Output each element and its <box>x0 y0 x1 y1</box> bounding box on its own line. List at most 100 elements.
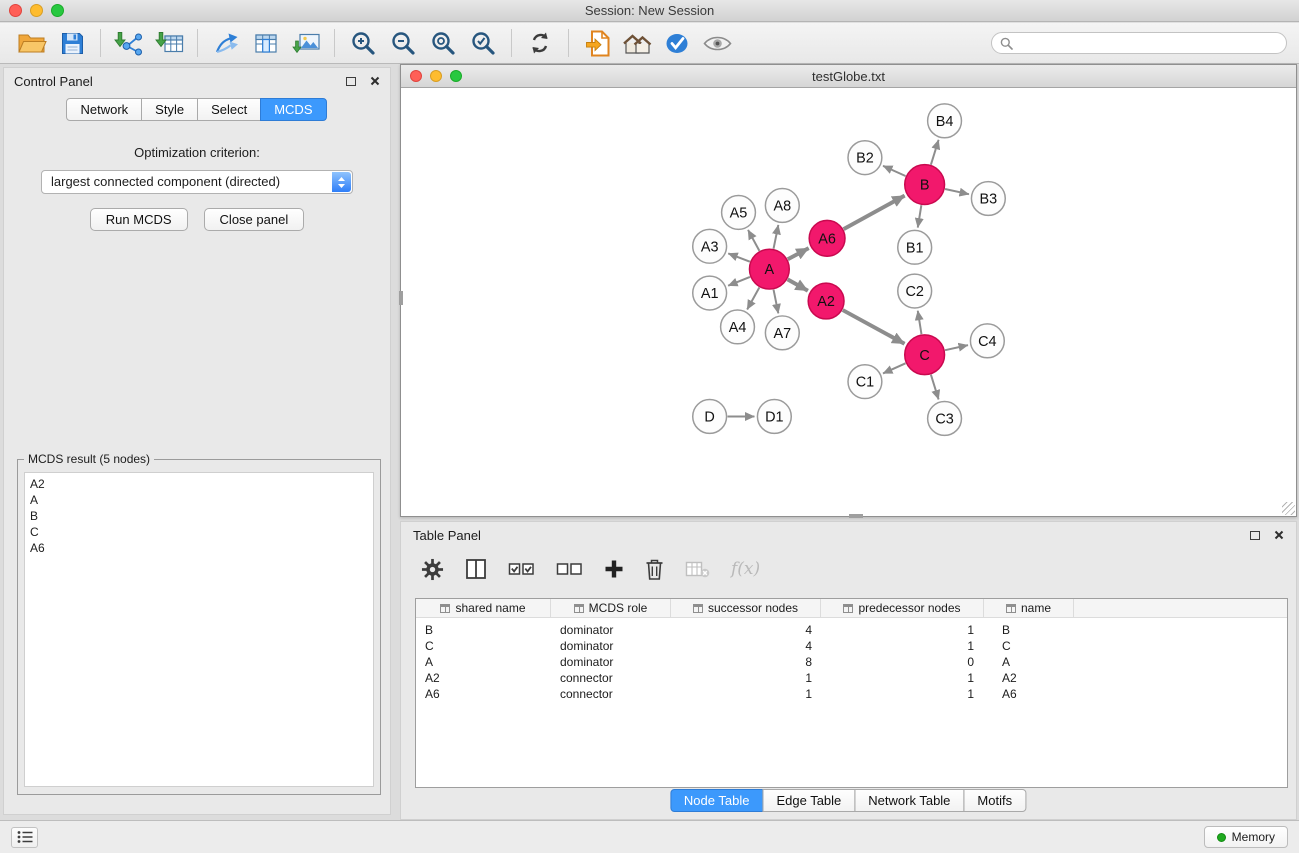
resize-grip-icon[interactable] <box>1282 502 1295 515</box>
optimization-criterion-select[interactable]: largest connected component (directed) <box>41 170 353 194</box>
edge-B-B4[interactable] <box>931 140 939 165</box>
zoom-out-button[interactable] <box>384 26 422 60</box>
node-D1[interactable]: D1 <box>757 400 791 434</box>
table-settings-button[interactable] <box>421 558 444 581</box>
node-B[interactable]: B <box>905 165 945 205</box>
edge-A-A6[interactable] <box>788 248 809 259</box>
table-cell[interactable]: dominator <box>551 655 671 669</box>
mcds-result-item[interactable]: A2 <box>30 476 368 492</box>
node-C4[interactable]: C4 <box>970 324 1004 358</box>
close-table-panel-icon[interactable] <box>1274 530 1284 540</box>
mcds-result-item[interactable]: B <box>30 508 368 524</box>
mcds-result-list[interactable]: A2ABCA6 <box>24 472 374 787</box>
node-B4[interactable]: B4 <box>928 104 962 138</box>
table-row[interactable]: A6connector11A6 <box>416 686 1287 702</box>
tab-network-table[interactable]: Network Table <box>854 789 964 812</box>
close-panel-icon[interactable] <box>370 76 380 86</box>
node-C1[interactable]: C1 <box>848 365 882 399</box>
node-A7[interactable]: A7 <box>765 316 799 350</box>
add-column-button[interactable] <box>604 559 624 579</box>
edge-A-A7[interactable] <box>774 290 779 314</box>
node-A6[interactable]: A6 <box>809 220 845 256</box>
table-cell[interactable]: connector <box>551 671 671 685</box>
column-header-predecessor-nodes[interactable]: predecessor nodes <box>821 599 984 617</box>
edge-A-A1[interactable] <box>728 277 750 286</box>
show-columns-button[interactable] <box>465 558 487 580</box>
search-box[interactable] <box>991 32 1287 54</box>
table-cell[interactable]: 0 <box>821 655 984 669</box>
session-document-button[interactable] <box>578 26 616 60</box>
node-C3[interactable]: C3 <box>928 402 962 436</box>
table-row[interactable]: Cdominator41C <box>416 638 1287 654</box>
search-input[interactable] <box>1018 36 1278 50</box>
table-cell[interactable]: B <box>416 623 551 637</box>
table-cell[interactable]: 8 <box>671 655 821 669</box>
network-close-button[interactable] <box>410 70 422 82</box>
select-all-button[interactable] <box>508 559 535 579</box>
node-D[interactable]: D <box>693 400 727 434</box>
tab-node-table[interactable]: Node Table <box>670 789 764 812</box>
edge-B-B1[interactable] <box>918 205 922 227</box>
minimize-window-button[interactable] <box>30 4 43 17</box>
run-mcds-button[interactable]: Run MCDS <box>90 208 188 231</box>
zoom-selected-button[interactable] <box>464 26 502 60</box>
table-cell[interactable]: A6 <box>984 687 1074 701</box>
table-cell[interactable]: 1 <box>821 671 984 685</box>
network-zoom-button[interactable] <box>450 70 462 82</box>
column-header-name[interactable]: name <box>984 599 1074 617</box>
node-A1[interactable]: A1 <box>693 276 727 310</box>
home-button[interactable] <box>618 26 656 60</box>
edge-C-C4[interactable] <box>945 345 968 350</box>
table-cell[interactable]: B <box>984 623 1074 637</box>
table-cell[interactable]: 4 <box>671 623 821 637</box>
resize-handle-left[interactable] <box>399 291 403 305</box>
close-panel-button[interactable]: Close panel <box>204 208 305 231</box>
mcds-result-item[interactable]: C <box>30 524 368 540</box>
column-header-mcds-role[interactable]: MCDS role <box>551 599 671 617</box>
table-cell[interactable]: 1 <box>821 639 984 653</box>
table-cell[interactable]: dominator <box>551 623 671 637</box>
edge-A-A5[interactable] <box>748 230 759 251</box>
refresh-button[interactable] <box>521 26 559 60</box>
edge-A-A8[interactable] <box>774 225 779 249</box>
table-cell[interactable]: 1 <box>821 623 984 637</box>
node-B1[interactable]: B1 <box>898 230 932 264</box>
node-A8[interactable]: A8 <box>765 189 799 223</box>
tab-select[interactable]: Select <box>197 98 261 121</box>
edge-A-A3[interactable] <box>728 253 750 261</box>
edge-A6-B[interactable] <box>844 196 905 230</box>
deselect-all-button[interactable] <box>556 559 583 579</box>
node-B2[interactable]: B2 <box>848 141 882 175</box>
edge-A-A4[interactable] <box>747 287 759 309</box>
export-network-button[interactable] <box>207 26 245 60</box>
node-C2[interactable]: C2 <box>898 274 932 308</box>
zoom-window-button[interactable] <box>51 4 64 17</box>
import-network-button[interactable] <box>110 26 148 60</box>
table-cell[interactable]: 1 <box>671 687 821 701</box>
export-image-button[interactable] <box>287 26 325 60</box>
table-cell[interactable]: A6 <box>416 687 551 701</box>
table-cell[interactable]: A2 <box>416 671 551 685</box>
zoom-in-button[interactable] <box>344 26 382 60</box>
edge-A2-C[interactable] <box>843 310 905 344</box>
column-header-successor-nodes[interactable]: successor nodes <box>671 599 821 617</box>
edge-C-C1[interactable] <box>883 363 905 373</box>
table-cell[interactable]: A <box>984 655 1074 669</box>
tab-network[interactable]: Network <box>66 98 142 121</box>
tab-mcds[interactable]: MCDS <box>260 98 326 121</box>
mcds-result-item[interactable]: A <box>30 492 368 508</box>
save-session-button[interactable] <box>53 26 91 60</box>
import-table-button[interactable] <box>150 26 188 60</box>
table-row[interactable]: A2connector11A2 <box>416 670 1287 686</box>
float-table-panel-icon[interactable] <box>1250 531 1260 540</box>
memory-button[interactable]: Memory <box>1204 826 1288 848</box>
edge-B-B2[interactable] <box>883 166 905 176</box>
table-cell[interactable]: C <box>984 639 1074 653</box>
mcds-result-item[interactable]: A6 <box>30 540 368 556</box>
edge-C-C2[interactable] <box>918 311 922 334</box>
table-cell[interactable]: A <box>416 655 551 669</box>
tab-edge-table[interactable]: Edge Table <box>762 789 855 812</box>
tab-style[interactable]: Style <box>141 98 198 121</box>
node-A[interactable]: A <box>749 249 789 289</box>
show-hide-graphics-button[interactable] <box>698 26 736 60</box>
